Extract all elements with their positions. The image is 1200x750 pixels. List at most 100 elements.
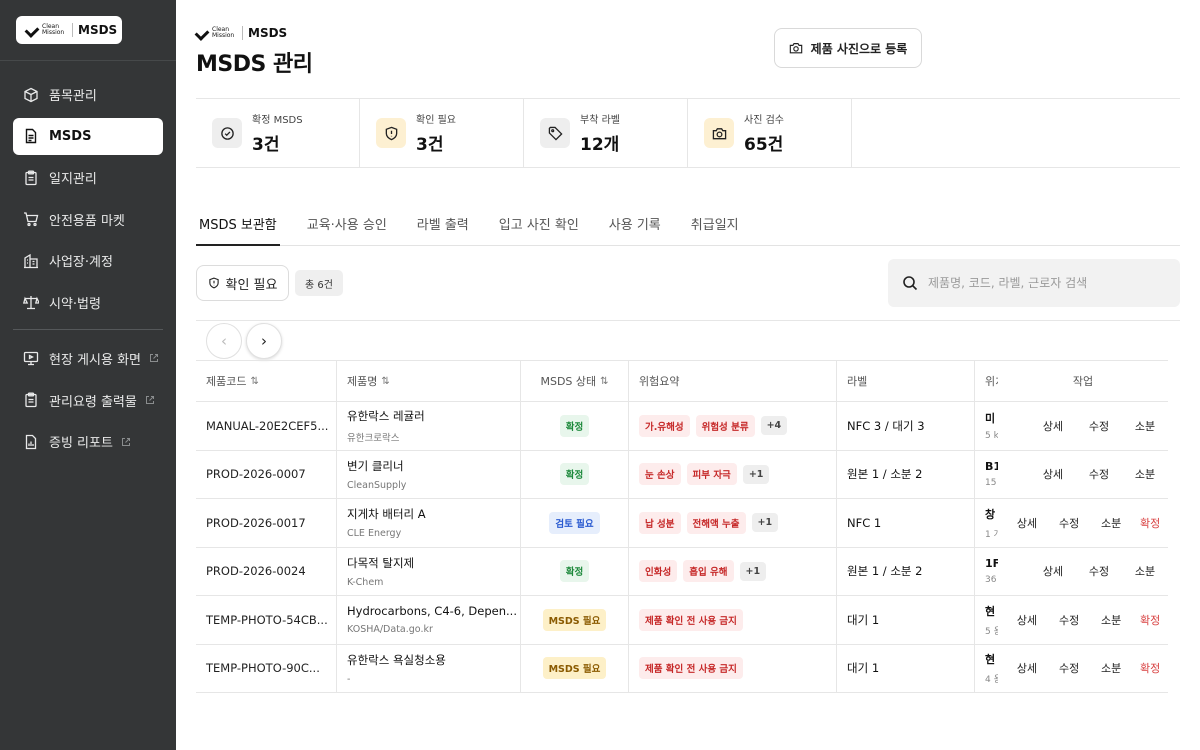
product-maker: K-Chem xyxy=(347,576,384,588)
tab-msds-storage[interactable]: MSDS 보관함 xyxy=(196,206,280,246)
sidebar-item-report[interactable]: 증빙 리포트 xyxy=(13,423,163,460)
row-action-split-button[interactable]: 소분 xyxy=(1122,466,1168,482)
hazard-tag: 제품 확인 전 사용 금지 xyxy=(639,657,743,680)
stat-label: 확인 필요 xyxy=(416,115,456,126)
stat-label: 확정 MSDS xyxy=(252,115,303,126)
stat-value: 65건 xyxy=(744,135,784,155)
status-badge: 확정 xyxy=(559,414,590,437)
row-action-confirm-button[interactable]: 확정 xyxy=(1132,660,1168,676)
register-by-photo-button[interactable]: 제품 사진으로 등록 xyxy=(774,28,922,68)
col-name[interactable]: 제품명 ⇅ xyxy=(337,361,521,401)
col-actions: 작업 xyxy=(998,361,1168,401)
row-action-detail-button[interactable]: 상세 xyxy=(1006,612,1048,628)
table-row[interactable]: TEMP-PHOTO-90C... 유한락스 욕실청소용 - MSDS 필요 제품… xyxy=(196,644,1168,693)
actions-cell: 상세 수정 소분 xyxy=(998,451,1168,499)
brand-small-text: Clean Mission xyxy=(42,23,65,36)
needs-review-filter-button[interactable]: 확인 필요 xyxy=(196,265,289,301)
camera-icon xyxy=(789,43,802,54)
label-cell: 원본 1 / 소분 2 xyxy=(837,547,975,595)
product-code-cell: PROD-2026-0017 xyxy=(196,499,337,547)
status-cell: 확정 xyxy=(521,402,629,450)
shield-alert-icon xyxy=(208,277,219,289)
shield-alert-icon xyxy=(376,118,406,148)
header-label: 제품코드 xyxy=(206,375,247,388)
row-action-edit-button[interactable]: 수정 xyxy=(1076,563,1122,579)
sidebar-item-logs[interactable]: 일지관리 xyxy=(13,159,163,196)
product-maker: KOSHA/Data.go.kr xyxy=(347,624,433,636)
product-code: TEMP-PHOTO-54CB... xyxy=(206,612,328,627)
table-row[interactable]: PROD-2026-0017 지게차 배터리 A CLE Energy 검토 필요… xyxy=(196,499,1168,548)
sidebar-item-label: 품목관리 xyxy=(49,89,97,104)
table-row[interactable]: TEMP-PHOTO-54CB... Hydrocarbons, C4-6, D… xyxy=(196,596,1168,645)
table-row[interactable]: MANUAL-20E2CEF5... 유한락스 레귤러 유한크로락스 확정 가.유… xyxy=(196,402,1168,451)
sidebar-item-items[interactable]: 품목관리 xyxy=(13,76,163,113)
location-text: 미 xyxy=(985,412,996,426)
col-code[interactable]: 제품코드 ⇅ xyxy=(196,361,337,401)
sidebar-item-sites[interactable]: 사업장·계정 xyxy=(13,242,163,279)
row-action-detail-button[interactable]: 상세 xyxy=(1030,466,1076,482)
row-action-split-button[interactable]: 소분 xyxy=(1122,418,1168,434)
hazard-tag: +1 xyxy=(751,513,779,533)
msds-table: 제품코드⇅ 제품명⇅ MSDS 상태⇅ 위험요약 라벨 위치 작업 MANUAL… xyxy=(196,360,1168,693)
row-action-detail-button[interactable]: 상세 xyxy=(1030,563,1076,579)
search-box xyxy=(888,259,1180,307)
external-link-icon xyxy=(121,437,131,447)
row-action-confirm-button[interactable]: 확정 xyxy=(1132,612,1168,628)
tab-handling-log[interactable]: 취급일지 xyxy=(688,206,742,246)
table-row[interactable]: PROD-2026-0024 다목적 탈지제 K-Chem 확정 인화성 흡입 유해… xyxy=(196,547,1168,596)
sidebar-divider xyxy=(0,60,176,61)
row-action-confirm-button[interactable]: 확정 xyxy=(1132,515,1168,531)
brand-text: MSDS xyxy=(78,23,118,37)
row-action-detail-button[interactable]: 상세 xyxy=(1030,418,1076,434)
row-action-split-button[interactable]: 소분 xyxy=(1090,612,1132,628)
row-action-split-button[interactable]: 소분 xyxy=(1090,515,1132,531)
product-name: 유한락스 레귤러 xyxy=(347,408,425,423)
product-name-cell: 유한락스 레귤러 유한크로락스 xyxy=(337,402,521,450)
scale-icon xyxy=(23,294,39,310)
location-cell: 현 4 용 xyxy=(975,645,998,693)
col-status[interactable]: MSDS 상태 ⇅ xyxy=(521,361,629,401)
table-row[interactable]: PROD-2026-0007 변기 클리너 CleanSupply 확정 눈 손상… xyxy=(196,450,1168,499)
sidebar-item-printouts[interactable]: 관리요령 출력물 xyxy=(13,382,163,419)
status-badge: 검토 필요 xyxy=(549,511,600,534)
stat-confirmed: 확정 MSDS 3건 xyxy=(196,99,360,167)
product-code: TEMP-PHOTO-90C... xyxy=(206,661,320,676)
row-action-edit-button[interactable]: 수정 xyxy=(1048,660,1090,676)
sidebar-nav: 품목관리 MSDS 일지관리 안전용품 마켓 사업장·계정 시약·법령 현장 게… xyxy=(13,76,163,465)
brand-logo[interactable]: Clean Mission MSDS xyxy=(16,16,122,44)
col-hazard: 위험요약 xyxy=(629,361,837,401)
status-badge: MSDS 필요 xyxy=(542,608,607,631)
row-action-detail-button[interactable]: 상세 xyxy=(1006,660,1048,676)
stat-value: 3건 xyxy=(252,135,280,155)
location-cell: 현 5 용 xyxy=(975,596,998,644)
row-action-edit-button[interactable]: 수정 xyxy=(1076,466,1122,482)
pager-prev-button[interactable]: ‹ xyxy=(206,323,242,359)
stat-labels: 부착 라벨 12개 xyxy=(524,99,688,167)
product-name-cell: 변기 클리너 CleanSupply xyxy=(337,450,521,498)
row-action-split-button[interactable]: 소분 xyxy=(1122,563,1168,579)
pager-next-button[interactable]: › xyxy=(246,323,282,359)
camera-icon xyxy=(704,118,734,148)
header-label: 제품명 xyxy=(347,375,378,388)
row-action-split-button[interactable]: 소분 xyxy=(1090,660,1132,676)
sort-icon: ⇅ xyxy=(600,375,609,387)
sort-icon: ⇅ xyxy=(381,375,390,387)
row-action-edit-button[interactable]: 수정 xyxy=(1076,418,1122,434)
product-name: 유한락스 욕실청소용 xyxy=(347,652,446,667)
row-action-detail-button[interactable]: 상세 xyxy=(1006,515,1048,531)
tab-label-print[interactable]: 라벨 출력 xyxy=(414,206,472,246)
tab-usage-records[interactable]: 사용 기록 xyxy=(606,206,664,246)
sidebar-item-field-display[interactable]: 현장 게시용 화면 xyxy=(13,340,163,377)
sidebar-item-regulations[interactable]: 시약·법령 xyxy=(13,284,163,321)
row-action-edit-button[interactable]: 수정 xyxy=(1048,515,1090,531)
tab-receiving-photos[interactable]: 입고 사진 확인 xyxy=(496,206,582,246)
actions-cell: 상세 수정 소분 xyxy=(998,402,1168,450)
sidebar-item-msds[interactable]: MSDS xyxy=(13,117,163,155)
location-sub: 5 k xyxy=(985,431,998,442)
tab-training-approval[interactable]: 교육·사용 승인 xyxy=(304,206,390,246)
sidebar-item-market[interactable]: 안전용품 마켓 xyxy=(13,201,163,238)
search-input[interactable] xyxy=(928,276,1168,290)
stat-value: 12개 xyxy=(580,135,620,155)
row-action-edit-button[interactable]: 수정 xyxy=(1048,612,1090,628)
product-maker: CleanSupply xyxy=(347,479,407,491)
